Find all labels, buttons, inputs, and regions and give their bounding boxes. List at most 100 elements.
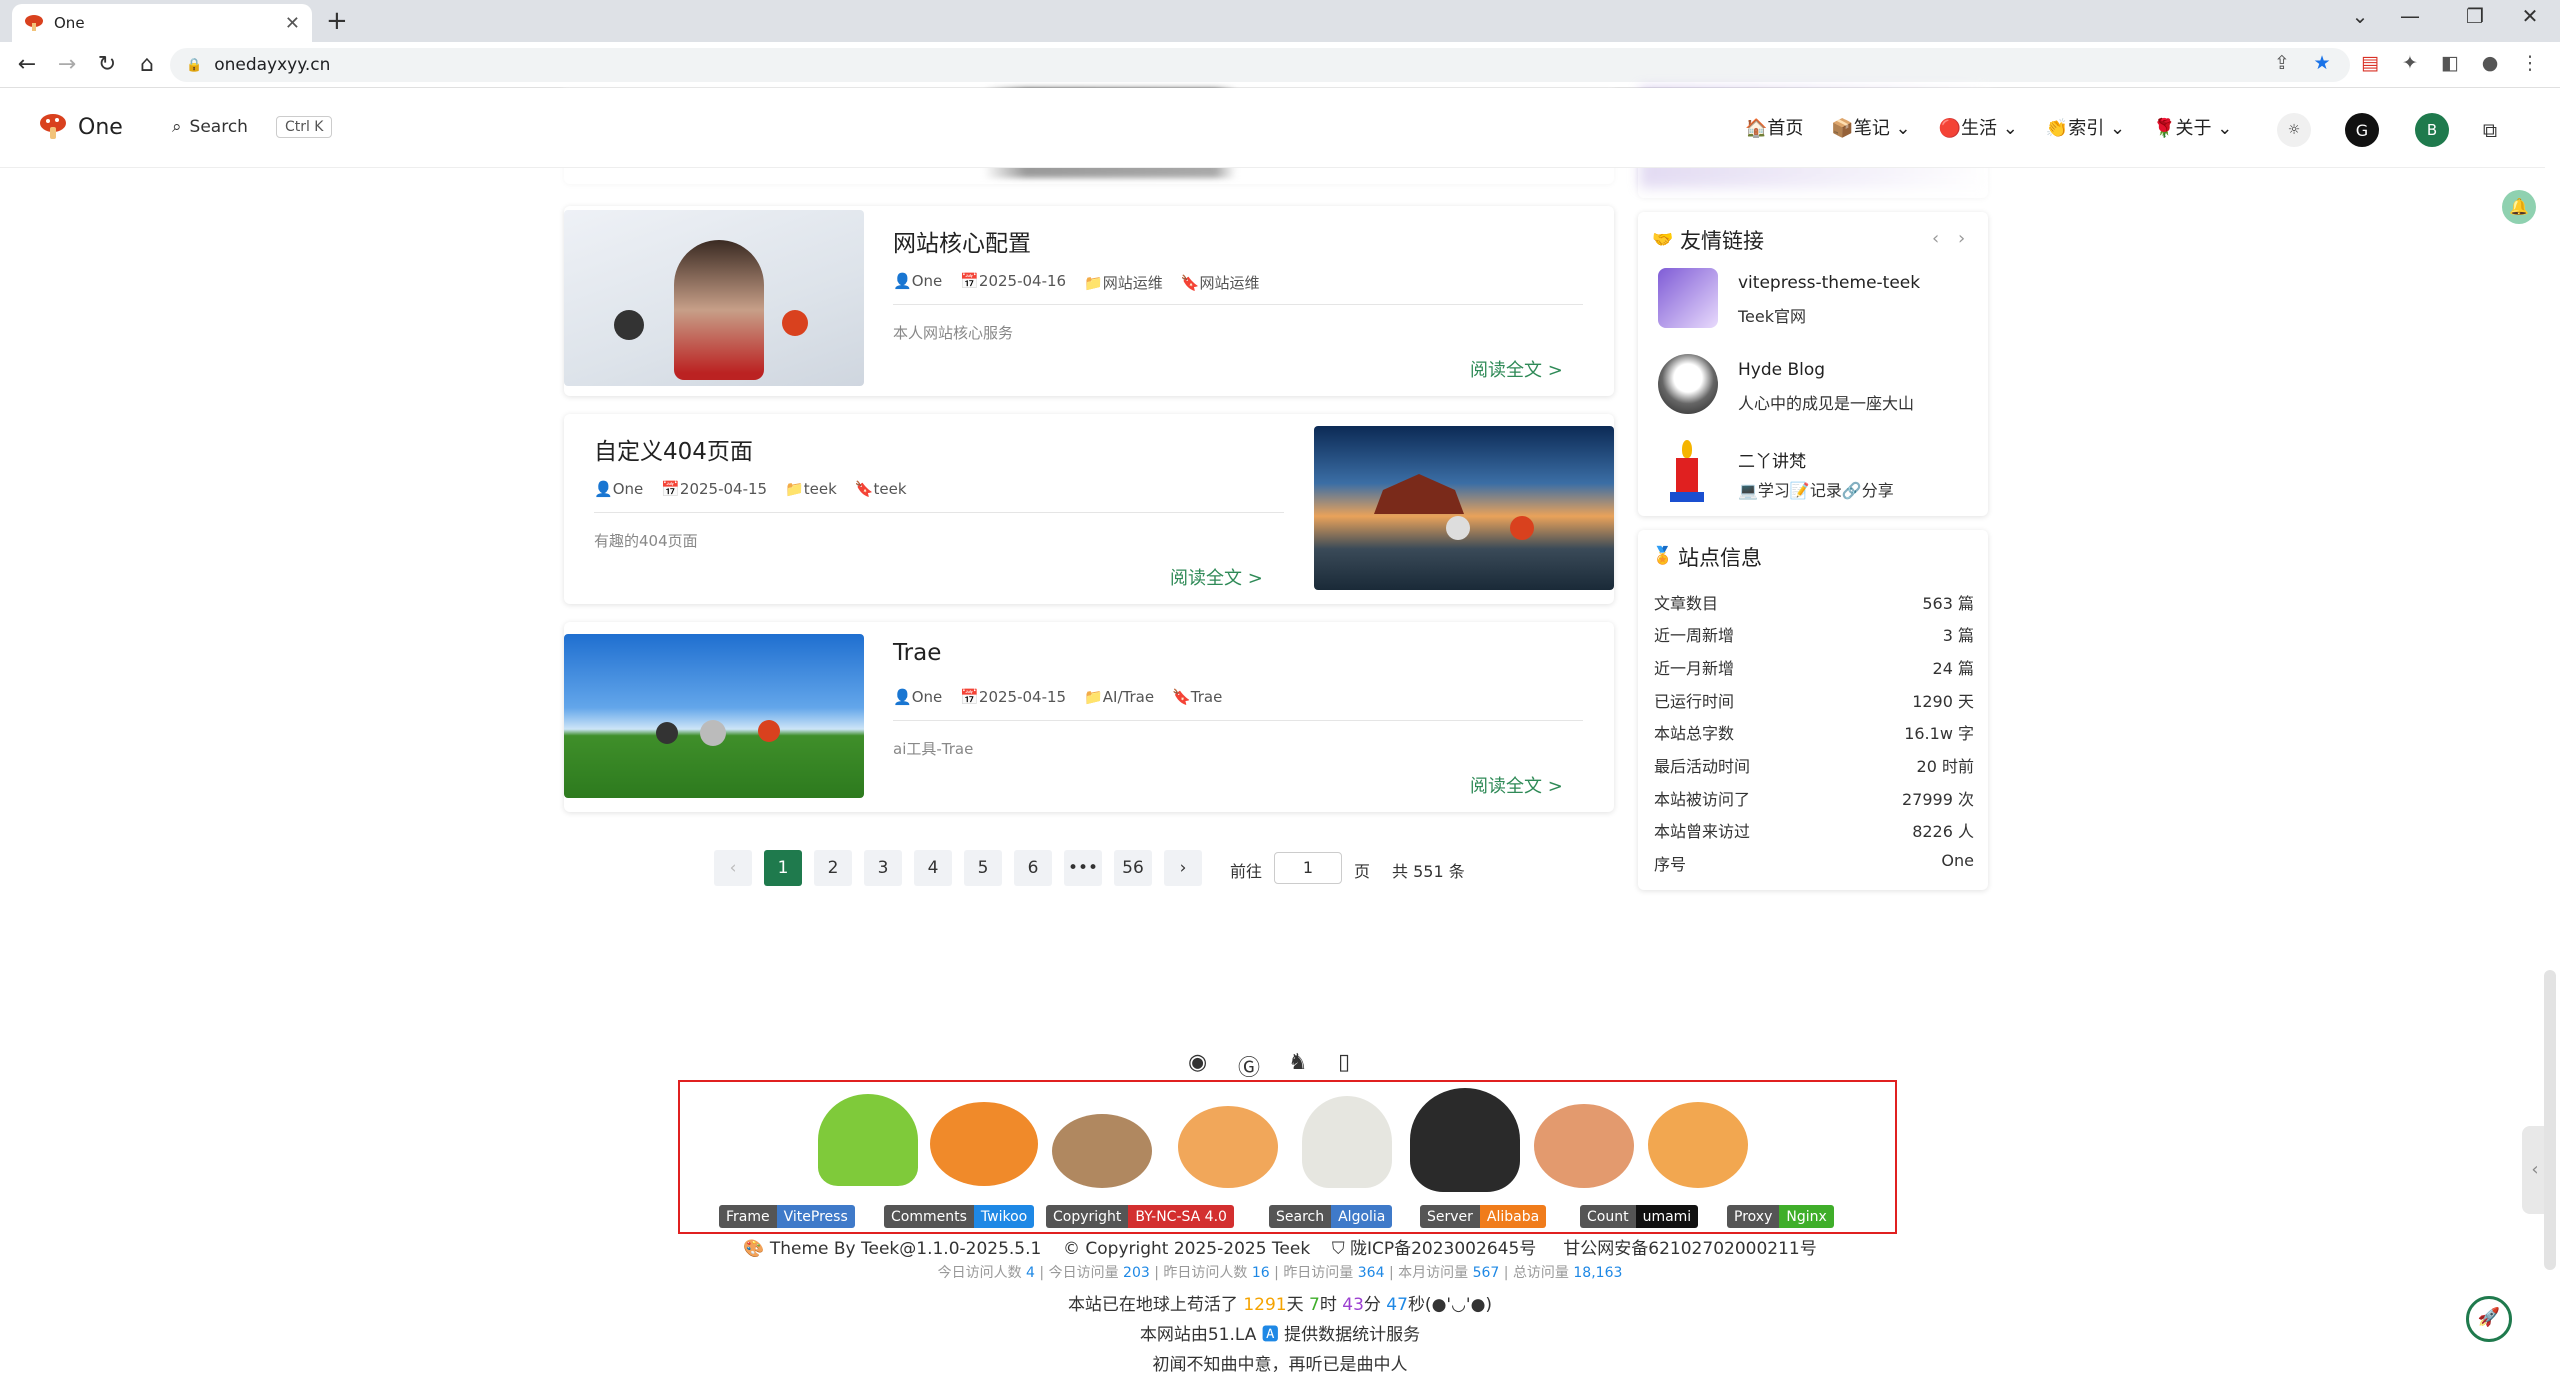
alive-suffix: 秒(●'◡'●) (1407, 1295, 1493, 1315)
search-badge[interactable]: Search Algolia (1269, 1205, 1393, 1228)
folder-icon[interactable]: 📁teek (785, 480, 837, 498)
handshake-icon: 🤝 (1652, 230, 1674, 250)
extensions-icon[interactable]: ✦ (2396, 52, 2424, 74)
forward-icon[interactable]: → (52, 52, 82, 77)
page-scrollbar[interactable] (2544, 970, 2556, 1270)
read-more-link[interactable]: 阅读全文 > (1470, 356, 1563, 382)
frame-badge[interactable]: Frame VitePress (719, 1205, 855, 1228)
proxy-badge[interactable]: Proxy Nginx (1727, 1205, 1834, 1228)
notification-bell-icon[interactable]: 🔔 (2502, 190, 2536, 224)
menu-about[interactable]: 🌹关于 ⌄ (2153, 114, 2232, 140)
post-title[interactable]: Trae (893, 640, 941, 666)
minimize-icon[interactable]: — (2380, 4, 2440, 28)
badge-value: Twikoo (973, 1205, 1035, 1228)
menu-home[interactable]: 🏠首页 (1745, 114, 1803, 140)
info-value: 563 篇 (1922, 594, 1974, 613)
alive-seconds: 47 (1386, 1295, 1408, 1315)
theme-toggle-icon[interactable]: ☼ (2277, 113, 2311, 147)
hyde-avatar-icon[interactable] (1658, 354, 1718, 414)
count-badge[interactable]: Count umami (1580, 1205, 1699, 1228)
share-icon[interactable]: ⇪ (2268, 52, 2296, 74)
gitee-icon[interactable]: G (2345, 113, 2379, 147)
goto-page-input[interactable]: 1 (1274, 852, 1342, 884)
menu-life[interactable]: 🔴生活 ⌄ (1939, 114, 2018, 140)
next-arrow-icon[interactable]: › (1958, 228, 1965, 249)
gitee-icon[interactable]: Ⓖ (1238, 1050, 1260, 1082)
page-button[interactable]: 4 (914, 850, 952, 886)
folder-icon[interactable]: 📁AI/Trae (1084, 688, 1154, 706)
tag-icon[interactable]: 🔖Trae (1172, 688, 1222, 706)
menu-index[interactable]: 👏索引 ⌄ (2046, 114, 2125, 140)
icp-link[interactable]: 陇ICP备2023002645号 (1350, 1239, 1536, 1259)
info-value: 8226 人 (1912, 822, 1974, 841)
side-panel-icon[interactable]: ◧ (2436, 52, 2464, 74)
friend-name[interactable]: vitepress-theme-teek (1738, 273, 1920, 293)
post-title[interactable]: 自定义404页面 (594, 432, 753, 466)
post-meta: 👤One 📅2025-04-15 📁teek 🔖teek (594, 480, 907, 498)
site-logo[interactable]: One (38, 112, 123, 142)
info-label: 本站总字数 (1654, 724, 1735, 743)
badge-key: Frame (719, 1205, 777, 1228)
browser-menu-icon[interactable]: ⋮ (2516, 52, 2544, 74)
qq-icon[interactable]: ♞ (1288, 1050, 1308, 1075)
post-thumbnail[interactable] (1314, 426, 1614, 590)
reload-icon[interactable]: ↻ (92, 52, 122, 77)
github-icon[interactable]: ◉ (1188, 1050, 1207, 1075)
post-title[interactable]: 网站核心配置 (893, 224, 1031, 258)
mushroom-logo-icon (40, 114, 66, 139)
read-more-link[interactable]: 阅读全文 > (1470, 772, 1563, 798)
search-button[interactable]: ⌕ Search Ctrl K (172, 116, 333, 138)
window-close-icon[interactable]: ✕ (2500, 4, 2560, 28)
divider (893, 304, 1583, 305)
restore-icon[interactable]: ❐ (2445, 4, 2505, 28)
friend-name[interactable]: Hyde Blog (1738, 360, 1825, 380)
police-link[interactable]: 甘公网安备62102702000211号 (1563, 1239, 1816, 1259)
alive-minute-unit: 分 (1363, 1295, 1381, 1315)
badge-value: Algolia (1331, 1205, 1393, 1228)
url-input[interactable]: 🔒 onedayxyy.cn (170, 48, 2350, 82)
post-thumbnail[interactable] (564, 634, 864, 798)
theme-by[interactable]: Theme By Teek@1.1.0-2025.5.1 (770, 1239, 1042, 1259)
page-button[interactable]: 1 (764, 850, 802, 886)
badge-key: Comments (884, 1205, 974, 1228)
reader-extension-icon[interactable]: ▤ (2356, 52, 2384, 74)
la-prefix[interactable]: 本网站由51.LA (1140, 1325, 1257, 1345)
prev-page-button[interactable]: ‹ (714, 850, 752, 886)
teek-logo-icon[interactable] (1658, 268, 1718, 328)
page-button[interactable]: 56 (1114, 850, 1152, 886)
tab-close-icon[interactable]: ✕ (285, 13, 300, 34)
folder-icon[interactable]: 📁网站运维 (1084, 272, 1163, 293)
page-button[interactable]: 2 (814, 850, 852, 886)
badge-key: Server (1420, 1205, 1480, 1228)
friend-links-title: 友情链接 (1680, 229, 1764, 253)
tag-icon[interactable]: 🔖teek (855, 480, 907, 498)
phone-icon[interactable]: ▯ (1338, 1050, 1350, 1075)
stat-value: 364 (1357, 1265, 1385, 1281)
menu-notes[interactable]: 📦笔记 ⌄ (1831, 114, 1910, 140)
bookmark-star-icon[interactable]: ★ (2308, 52, 2336, 74)
info-value: 20 时前 (1916, 757, 1974, 776)
profile-icon[interactable]: ● (2476, 52, 2504, 74)
page-button[interactable]: 5 (964, 850, 1002, 886)
server-badge[interactable]: Server Alibaba (1420, 1205, 1547, 1228)
comments-badge[interactable]: Comments Twikoo (884, 1205, 1035, 1228)
candle-icon[interactable] (1670, 440, 1704, 504)
next-page-button[interactable]: › (1164, 850, 1202, 886)
avatar[interactable]: B (2415, 113, 2449, 147)
page-ellipsis[interactable]: ••• (1064, 850, 1102, 886)
new-tab-icon[interactable]: + (326, 6, 348, 36)
tag-icon[interactable]: 🔖网站运维 (1181, 272, 1260, 293)
info-row: 已运行时间 1290 天 (1654, 688, 1974, 712)
prev-arrow-icon[interactable]: ‹ (1932, 228, 1939, 249)
post-thumbnail[interactable] (564, 210, 864, 386)
home-icon[interactable]: ⌂ (132, 52, 162, 77)
copyright-badge[interactable]: Copyright BY-NC-SA 4.0 (1046, 1205, 1234, 1228)
read-more-link[interactable]: 阅读全文 > (1170, 564, 1263, 590)
page-button[interactable]: 3 (864, 850, 902, 886)
page-button[interactable]: 6 (1014, 850, 1052, 886)
browser-tab[interactable]: One ✕ (12, 4, 312, 42)
friend-name[interactable]: 二丫讲梵 (1738, 447, 1806, 472)
reading-mode-icon[interactable]: ⧉ (2473, 113, 2507, 147)
back-icon[interactable]: ← (12, 52, 42, 77)
footer-credits: 🎨 Theme By Teek@1.1.0-2025.5.1 © Copyrig… (0, 1234, 2560, 1259)
